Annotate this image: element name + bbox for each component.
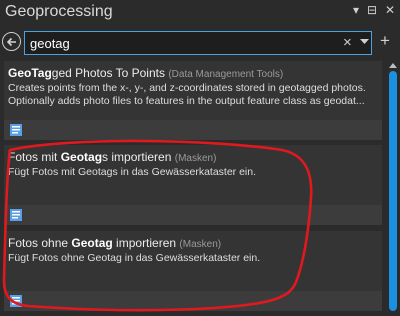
- description-line: Fügt Fotos mit Geotags in das Gewässerka…: [8, 166, 257, 178]
- scroll-up-icon[interactable]: [389, 62, 397, 68]
- description-line: Optionally adds photo files to features …: [8, 95, 365, 107]
- result-card[interactable]: Fotos mit Geotags importieren (Masken) F…: [4, 145, 382, 225]
- script-tool-icon[interactable]: [9, 123, 23, 137]
- results-list: GeoTagged Photos To Points (Data Managem…: [0, 61, 386, 316]
- result-title: Fotos ohne Geotag importieren (Masken): [8, 236, 221, 250]
- result-description: Creates points from the x-, y-, and z-co…: [8, 82, 378, 108]
- back-button[interactable]: [2, 32, 21, 51]
- title-bar: Geoprocessing ▾ ⊟ ✕: [0, 0, 400, 26]
- pane-title: Geoprocessing: [5, 3, 113, 20]
- result-title: GeoTagged Photos To Points (Data Managem…: [8, 66, 283, 80]
- result-card[interactable]: Fotos ohne Geotag importieren (Masken) F…: [4, 231, 382, 311]
- search-dropdown-icon[interactable]: [360, 39, 369, 45]
- add-icon[interactable]: +: [380, 31, 390, 51]
- search-row: geotag × +: [0, 29, 400, 57]
- description-line: Creates points from the x-, y-, and z-co…: [8, 82, 366, 94]
- result-description: Fügt Fotos ohne Geotag in das Gewässerka…: [8, 252, 378, 265]
- result-title-prefix: Fotos ohne: [8, 236, 72, 250]
- result-title-rest: importieren: [112, 236, 177, 250]
- search-input-value: geotag: [30, 36, 70, 51]
- script-tool-icon[interactable]: [9, 294, 23, 308]
- result-title-rest: s importieren: [102, 150, 172, 164]
- search-input[interactable]: geotag ×: [24, 31, 372, 55]
- results-scrollbar[interactable]: [386, 61, 400, 316]
- result-footer: [4, 205, 382, 225]
- result-footer: [4, 120, 382, 140]
- description-line: Fügt Fotos ohne Geotag in das Gewässerka…: [8, 252, 261, 264]
- result-toolbox: (Masken): [174, 153, 217, 164]
- result-card[interactable]: GeoTagged Photos To Points (Data Managem…: [4, 61, 382, 140]
- result-toolbox: (Masken): [179, 239, 222, 250]
- result-toolbox: (Data Management Tools): [168, 69, 284, 80]
- result-title-match: Geotag: [60, 150, 103, 164]
- result-title-match: GeoTag: [8, 66, 52, 80]
- clear-search-icon[interactable]: ×: [343, 34, 352, 51]
- pane-options-icon[interactable]: ▾: [349, 3, 363, 17]
- close-pane-icon[interactable]: ✕: [383, 3, 397, 17]
- result-title-rest: ged Photos To Points: [51, 66, 165, 80]
- result-description: Fügt Fotos mit Geotags in das Gewässerka…: [8, 166, 378, 179]
- result-title-prefix: Fotos mit: [8, 150, 61, 164]
- scrollbar-thumb[interactable]: [389, 71, 397, 311]
- result-title-match: Geotag: [71, 236, 113, 250]
- result-title: Fotos mit Geotags importieren (Masken): [8, 150, 216, 164]
- script-tool-icon[interactable]: [9, 208, 23, 222]
- back-arrow-icon: [6, 37, 16, 47]
- auto-hide-pin-icon[interactable]: ⊟: [365, 3, 379, 17]
- result-footer: [4, 291, 382, 311]
